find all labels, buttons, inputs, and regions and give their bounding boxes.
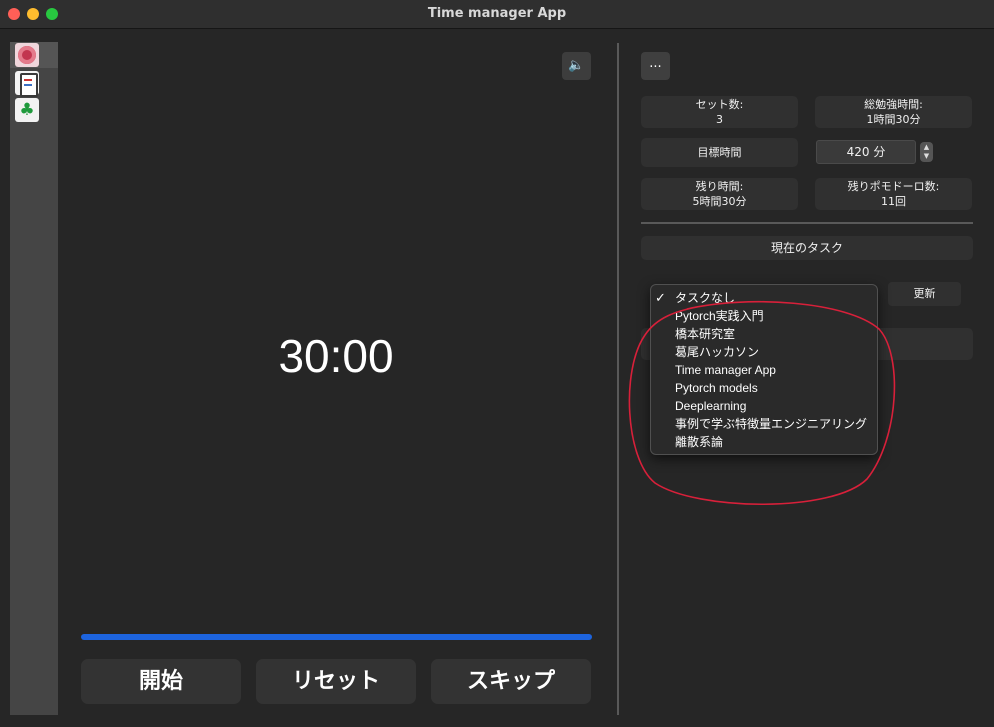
remaining-time-box: 残り時間: 5時間30分 — [641, 178, 798, 210]
timer-display: 30:00 — [278, 330, 394, 382]
app-window: ♣ 🔈 30:00 開始 リセット スキップ ... セット数: 3 総勉強時間… — [0, 29, 994, 727]
stepper-down-icon[interactable]: ▼ — [920, 152, 933, 161]
panel-divider[interactable] — [617, 43, 619, 715]
clipboard-icon[interactable] — [15, 71, 39, 97]
total-study-box: 総勉強時間: 1時間30分 — [815, 96, 972, 128]
tomato-icon[interactable] — [15, 43, 39, 67]
sets-count-box: セット数: 3 — [641, 96, 798, 128]
red-annotation-circle — [628, 300, 896, 506]
target-time-stepper[interactable]: ▲ ▼ — [920, 142, 933, 162]
speaker-mute-icon: 🔈 — [568, 58, 585, 73]
total-study-value: 1時間30分 — [866, 113, 921, 126]
section-divider — [641, 222, 973, 224]
sets-count-label: セット数: — [695, 98, 744, 111]
current-task-label: 現在のタスク — [641, 236, 973, 260]
sidebar: ♣ — [10, 42, 58, 715]
sets-count-value: 3 — [716, 113, 723, 126]
update-button[interactable]: 更新 — [888, 282, 961, 306]
mute-button[interactable]: 🔈 — [562, 52, 591, 80]
stepper-up-icon[interactable]: ▲ — [920, 143, 933, 152]
skip-button[interactable]: スキップ — [431, 659, 591, 704]
clover-icon[interactable]: ♣ — [15, 98, 39, 122]
reset-button[interactable]: リセット — [256, 659, 416, 704]
remaining-time-label: 残り時間: — [695, 180, 744, 193]
remaining-pomodoros-label: 残りポモドーロ数: — [847, 180, 940, 193]
target-time-input[interactable]: 420 分 — [816, 140, 916, 164]
timer-progress-bar — [81, 634, 592, 640]
remaining-pomodoros-box: 残りポモドーロ数: 11回 — [815, 178, 972, 210]
remaining-time-value: 5時間30分 — [692, 195, 747, 208]
total-study-label: 総勉強時間: — [864, 98, 923, 111]
more-options-button[interactable]: ... — [641, 52, 670, 80]
start-button[interactable]: 開始 — [81, 659, 241, 704]
window-title: Time manager App — [427, 6, 567, 21]
remaining-pomodoros-value: 11回 — [881, 195, 906, 208]
target-time-label: 目標時間 — [697, 146, 742, 159]
title-bar: Time manager App — [0, 0, 994, 29]
target-time-box: 目標時間 — [641, 138, 798, 167]
